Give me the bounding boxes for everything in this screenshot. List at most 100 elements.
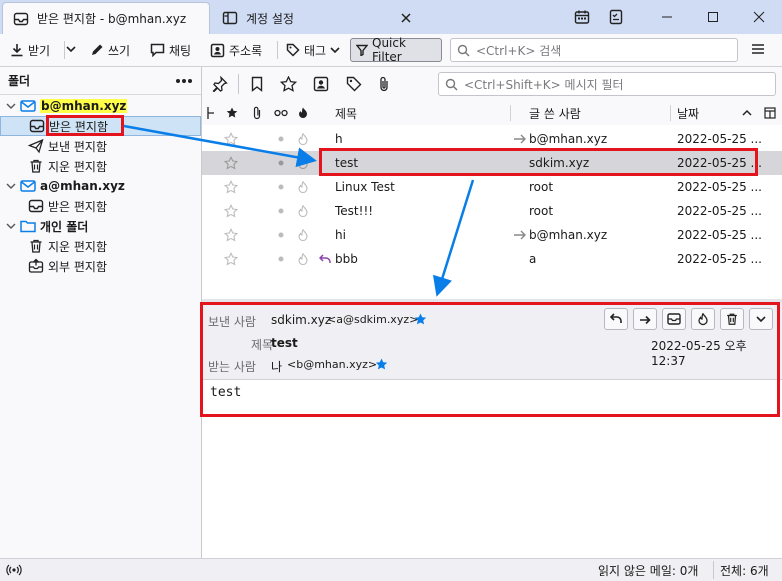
reply-icon <box>610 313 622 325</box>
message-date: 2022-05-25 ... <box>677 132 762 146</box>
message-author: b@mhan.xyz <box>529 228 608 242</box>
close-window-button[interactable] <box>736 0 782 34</box>
maximize-button[interactable] <box>690 0 736 34</box>
search-icon <box>445 78 458 91</box>
star-column-icon[interactable] <box>226 101 238 125</box>
folder-trash-local[interactable]: 지운 편지함 <box>0 236 201 256</box>
folder-inbox-b[interactable]: 받은 편지함 <box>0 116 201 136</box>
tab-inbox[interactable]: 받은 편지함 - b@mhan.xyz <box>2 2 210 34</box>
mail-account-icon <box>20 99 36 113</box>
attachment-column-icon[interactable] <box>252 101 262 125</box>
message-subject: Test!!! <box>335 204 374 218</box>
global-search-input[interactable]: <Ctrl+K> 검색 <box>450 38 738 62</box>
calendar-icon[interactable] <box>574 9 590 25</box>
thread-column-icon[interactable] <box>206 101 216 125</box>
archive-icon <box>667 313 681 325</box>
column-picker-icon[interactable] <box>764 101 776 125</box>
star-toggle-icon[interactable] <box>224 199 238 223</box>
attachment-filter-icon[interactable] <box>378 76 390 92</box>
account-settings-icon <box>222 10 238 26</box>
quick-filter-button[interactable]: Quick Filter <box>350 36 442 64</box>
tasks-icon[interactable] <box>608 9 624 25</box>
reply-button[interactable] <box>604 308 628 330</box>
folder-sent-b[interactable]: 보낸 편지함 <box>0 136 201 156</box>
delete-button[interactable] <box>720 308 744 330</box>
junk-column-icon[interactable] <box>298 101 308 125</box>
write-button[interactable]: 쓰기 <box>86 38 134 62</box>
pin-icon[interactable] <box>212 76 228 92</box>
to-name[interactable]: 나 <box>271 358 282 375</box>
contact-filter-icon[interactable] <box>313 76 329 92</box>
read-status-dot[interactable] <box>278 223 284 247</box>
message-filter-input[interactable]: <Ctrl+Shift+K> 메시지 필터 <box>438 72 776 96</box>
connection-status-icon[interactable] <box>6 563 22 577</box>
folder-outbox-local[interactable]: 외부 편지함 <box>0 256 201 276</box>
read-status-dot[interactable] <box>278 151 284 175</box>
to-email[interactable]: <b@mhan.xyz> <box>287 358 377 371</box>
message-date: 2022-05-25 ... <box>677 228 762 242</box>
star-toggle-icon[interactable] <box>224 175 238 199</box>
star-toggle-icon[interactable] <box>224 151 238 175</box>
star-toggle-icon[interactable] <box>224 223 238 247</box>
forwarded-icon <box>513 223 527 247</box>
folder-inbox-a[interactable]: 받은 편지함 <box>0 196 201 216</box>
account-b-mhan[interactable]: b@mhan.xyz <box>0 96 201 116</box>
from-email[interactable]: <a@sdkim.xyz> <box>327 313 418 326</box>
junk-button[interactable] <box>691 308 715 330</box>
status-bar: 읽지 않은 메일: 0개 전체: 6개 <box>0 558 782 581</box>
more-options-icon[interactable] <box>175 78 193 84</box>
get-mail-button[interactable]: 받기 <box>6 38 54 62</box>
close-tab-icon[interactable] <box>400 12 412 24</box>
message-row[interactable]: bbb a 2022-05-25 ... <box>202 247 782 271</box>
star-toggle-icon[interactable] <box>224 247 238 271</box>
junk-toggle-icon[interactable] <box>298 175 308 199</box>
read-status-dot[interactable] <box>278 175 284 199</box>
filter-icon <box>356 44 368 56</box>
download-icon <box>10 43 24 57</box>
forward-button[interactable] <box>633 308 657 330</box>
tag-filter-icon[interactable] <box>346 76 362 92</box>
address-book-button[interactable]: 주소록 <box>206 38 266 62</box>
tab-account-settings[interactable]: 계정 설정 <box>212 2 422 34</box>
trash-icon <box>725 312 739 326</box>
author-column-header[interactable]: 글 쓴 사람 <box>529 101 581 125</box>
junk-toggle-icon[interactable] <box>298 247 308 271</box>
message-row[interactable]: hi b@mhan.xyz 2022-05-25 ... <box>202 223 782 247</box>
read-status-dot[interactable] <box>278 199 284 223</box>
message-row-selected[interactable]: test sdkim.xyz 2022-05-25 ... <box>202 151 782 175</box>
star-icon[interactable] <box>375 358 388 371</box>
tag-icon <box>286 43 300 57</box>
hamburger-menu-icon[interactable] <box>751 42 765 56</box>
star-toggle-icon[interactable] <box>224 127 238 151</box>
junk-toggle-icon[interactable] <box>298 223 308 247</box>
folder-trash-b[interactable]: 지운 편지함 <box>0 156 201 176</box>
local-folders[interactable]: 개인 폴더 <box>0 216 201 236</box>
junk-toggle-icon[interactable] <box>298 199 308 223</box>
tab-account-settings-label: 계정 설정 <box>246 11 294 26</box>
account-a-mhan[interactable]: a@mhan.xyz <box>0 176 201 196</box>
junk-toggle-icon[interactable] <box>298 127 308 151</box>
message-subject: test <box>335 156 359 170</box>
chevron-down-icon <box>6 221 16 231</box>
read-status-dot[interactable] <box>278 247 284 271</box>
junk-toggle-icon[interactable] <box>298 151 308 175</box>
read-status-dot[interactable] <box>278 127 284 151</box>
message-row[interactable]: h b@mhan.xyz 2022-05-25 ... <box>202 127 782 151</box>
message-row[interactable]: Test!!! root 2022-05-25 ... <box>202 199 782 223</box>
read-column-icon[interactable] <box>274 101 288 125</box>
chat-button[interactable]: 채팅 <box>146 38 195 62</box>
chevron-down-icon[interactable] <box>66 44 76 54</box>
message-author: b@mhan.xyz <box>529 132 608 146</box>
tag-button[interactable]: 태그 <box>282 38 344 62</box>
unread-filter-icon[interactable] <box>250 76 264 92</box>
subject-column-header[interactable]: 제목 <box>335 101 357 125</box>
more-actions-button[interactable] <box>749 308 773 330</box>
from-name[interactable]: sdkim.xyz <box>271 313 331 327</box>
minimize-button[interactable] <box>644 0 690 34</box>
star-icon[interactable] <box>414 313 427 326</box>
message-row[interactable]: Linux Test root 2022-05-25 ... <box>202 175 782 199</box>
star-filter-icon[interactable] <box>280 76 297 92</box>
date-column-header[interactable]: 날짜 <box>677 101 699 125</box>
archive-button[interactable] <box>662 308 686 330</box>
address-book-icon <box>210 43 225 58</box>
